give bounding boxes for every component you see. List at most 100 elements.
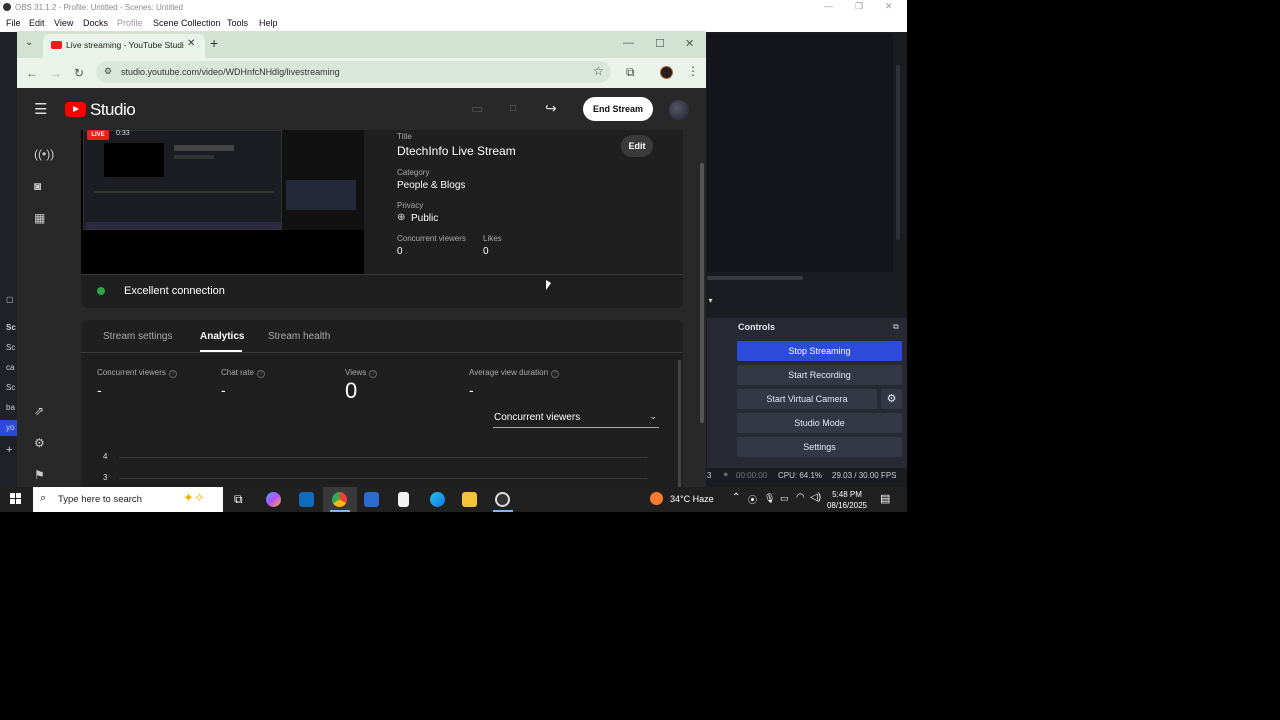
menu-help[interactable]: Help — [259, 18, 278, 28]
obs-icon[interactable] — [495, 492, 510, 507]
outlook-icon[interactable] — [299, 492, 314, 507]
clock-date: 08/16/2025 — [826, 501, 868, 510]
close-icon[interactable]: ✕ — [685, 37, 694, 50]
edit-button[interactable]: Edit — [621, 135, 653, 157]
file-explorer-icon[interactable] — [462, 492, 477, 507]
edge-icon[interactable] — [430, 492, 445, 507]
start-virtual-camera-button[interactable]: Start Virtual Camera — [737, 389, 877, 409]
metric-dropdown[interactable]: Concurrent viewers ⌄ — [493, 408, 659, 428]
add-icon[interactable]: + — [0, 444, 17, 460]
avatar[interactable] — [669, 100, 689, 120]
stream-preview[interactable]: LIVE 0:33 — [81, 130, 364, 274]
page-scrollbar[interactable] — [700, 163, 704, 423]
studio-mode-button[interactable]: Studio Mode — [737, 413, 902, 433]
dropdown-value: Concurrent viewers — [494, 412, 581, 423]
new-tab-icon[interactable]: + — [210, 35, 218, 51]
feedback-icon[interactable]: ⚑ — [34, 468, 45, 482]
chevron-up-icon[interactable]: ⌃ — [732, 492, 740, 503]
tab-stream-settings[interactable]: Stream settings — [103, 331, 172, 342]
speaker-icon[interactable]: ◁) — [810, 492, 821, 503]
copilot-icon[interactable] — [266, 492, 281, 507]
taskbar-clock[interactable]: 5:48 PM 08/16/2025 — [826, 489, 868, 511]
extensions-icon[interactable]: ⧉ — [626, 65, 635, 80]
calendar-icon[interactable]: ▦ — [34, 211, 45, 225]
tab-stream-health[interactable]: Stream health — [268, 331, 330, 342]
camera-tray-icon[interactable]: ⦿ — [748, 493, 757, 506]
settings-gear-icon[interactable]: ⚙ — [34, 436, 45, 450]
stop-streaming-button[interactable]: Stop Streaming — [737, 341, 902, 361]
bookmark-icon[interactable]: ⌑ — [510, 101, 517, 117]
forward-icon[interactable]: → — [50, 66, 62, 80]
popout-chat-icon[interactable]: ▭ — [471, 101, 483, 117]
source-item[interactable]: Sc — [0, 340, 17, 356]
taskbar-search[interactable]: ⌕ Type here to search ✦✧ — [33, 487, 223, 512]
thumb-text — [174, 145, 234, 151]
restore-icon[interactable]: ❐ — [855, 1, 863, 12]
tab-analytics[interactable]: Analytics — [200, 331, 244, 342]
fps-readout: 29.03 / 30.00 FPS — [832, 471, 897, 480]
bookmark-star-icon[interactable]: ☆ — [593, 64, 604, 78]
help-icon[interactable]: ? — [369, 370, 378, 378]
youtube-logo-icon[interactable] — [65, 102, 86, 117]
tab-search-icon[interactable]: ⌄ — [25, 37, 33, 48]
menu-docks[interactable]: Docks — [83, 18, 108, 28]
source-item[interactable]: ca — [0, 360, 17, 376]
menu-more-icon[interactable]: ⋮ — [687, 64, 699, 78]
undock-icon[interactable]: ⧉ — [893, 322, 899, 332]
maximize-icon[interactable]: ☐ — [655, 37, 665, 50]
site-info-icon[interactable]: ⚙ — [104, 66, 112, 77]
help-icon[interactable]: ? — [551, 370, 560, 378]
close-tab-icon[interactable]: ✕ — [187, 38, 195, 49]
address-bar[interactable]: ⚙ studio.youtube.com/video/WDHnfcNHdlg/l… — [96, 61, 611, 83]
camera-icon[interactable]: ◙ — [34, 179, 41, 193]
metric-label: Views? — [345, 368, 378, 378]
profile-avatar[interactable] — [660, 66, 673, 79]
chevron-down-icon: ⌄ — [649, 411, 657, 421]
obs-vertical-scrollbar[interactable] — [896, 65, 900, 240]
scene-icon[interactable]: ▢ — [0, 292, 17, 308]
tab-strip: ⌄ Live streaming - YouTube Studio ✕ + — … — [17, 31, 706, 58]
preview-scrollbar[interactable] — [707, 276, 803, 280]
share-icon[interactable]: ↪ — [545, 100, 557, 117]
menu-file[interactable]: File — [6, 18, 21, 28]
back-icon[interactable]: ← — [26, 66, 38, 80]
notification-icon[interactable]: ▤ — [880, 492, 890, 505]
menu-profile[interactable]: Profile — [117, 18, 143, 28]
gear-icon[interactable]: ⚙ — [881, 389, 902, 409]
store-icon[interactable] — [364, 492, 379, 507]
external-link-icon[interactable]: ⇗ — [34, 404, 44, 418]
menu-view[interactable]: View — [54, 18, 73, 28]
minimize-icon[interactable]: — — [623, 37, 634, 49]
metric-label-text: Views — [345, 368, 367, 377]
source-item-selected[interactable]: yo — [0, 420, 17, 436]
browser-toolbar: ← → ↻ ⚙ studio.youtube.com/video/WDHnfcN… — [17, 58, 706, 88]
notepad-icon[interactable] — [398, 492, 409, 507]
chrome-icon[interactable] — [332, 492, 347, 507]
menu-edit[interactable]: Edit — [29, 18, 45, 28]
browser-tab[interactable]: Live streaming - YouTube Studio ✕ — [43, 34, 205, 58]
battery-icon[interactable]: ▭ — [780, 493, 789, 504]
settings-button[interactable]: Settings — [737, 437, 902, 457]
weather-icon[interactable] — [650, 492, 663, 505]
thumb-text — [174, 155, 214, 159]
menu-scene-collection[interactable]: Scene Collection — [153, 18, 221, 28]
help-icon[interactable]: ? — [256, 370, 265, 378]
source-item[interactable]: ba — [0, 400, 17, 416]
start-recording-button[interactable]: Start Recording — [737, 365, 902, 385]
close-icon[interactable]: ✕ — [885, 1, 893, 12]
help-icon[interactable]: ? — [168, 370, 177, 378]
microphone-icon[interactable]: 🎙 — [764, 493, 775, 504]
reload-icon[interactable]: ↻ — [74, 66, 84, 80]
end-stream-button[interactable]: End Stream — [583, 97, 653, 121]
task-view-icon[interactable]: ⧉ — [234, 492, 243, 507]
menu-tools[interactable]: Tools — [227, 18, 248, 28]
obs-statusbar: 3 ● 00:00:00 CPU: 64.1% 29.03 / 30.00 FP… — [707, 468, 907, 484]
hamburger-icon[interactable]: ☰ — [34, 100, 47, 118]
live-stream-icon[interactable]: ((•)) — [34, 147, 54, 161]
wifi-icon[interactable]: ◠ — [796, 492, 805, 503]
source-item[interactable]: Sc — [0, 380, 17, 396]
panel-scrollbar[interactable] — [678, 360, 681, 487]
windows-start-icon[interactable] — [10, 493, 22, 505]
minimize-icon[interactable]: — — [824, 1, 833, 11]
copilot-sparkle-icon: ✦✧ — [183, 490, 205, 505]
